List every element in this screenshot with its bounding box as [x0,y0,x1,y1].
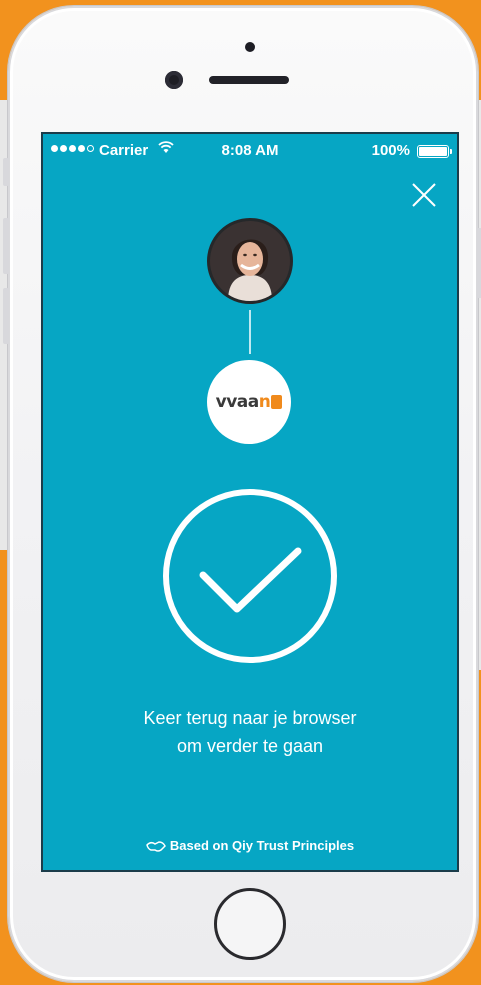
success-message: Keer terug naar je browser om verder te … [43,704,457,760]
connection-line [249,310,251,354]
trust-footer: Based on Qiy Trust Principles [43,838,457,853]
front-camera [165,71,183,89]
logo-wordmark: vvaa n [216,392,283,412]
phone-frame: Carrier 8:08 AM 100% vvaa n Keer terug n… [3,6,481,982]
vvaa-logo: vvaa n [207,360,291,444]
close-icon[interactable] [409,180,439,210]
footer-text: Based on Qiy Trust Principles [169,838,355,853]
user-avatar [207,218,293,304]
message-line-1: Keer terug naar je browser [143,708,357,728]
status-bar: Carrier 8:08 AM 100% [43,134,457,168]
home-button[interactable] [214,888,286,960]
battery-percentage: 100% [371,142,410,159]
volume-up-button [3,218,9,274]
person-photo-icon [210,221,290,301]
earpiece-speaker [209,76,289,84]
proximity-sensor [245,42,255,52]
message-line-2: om verder te gaan [176,736,324,756]
battery-icon [417,145,452,158]
volume-down-button [3,288,9,344]
phone-screen: Carrier 8:08 AM 100% vvaa n Keer terug n… [41,132,459,872]
check-circle-icon [163,489,337,663]
power-button [477,228,481,298]
handshake-icon [146,840,166,852]
mute-switch [3,158,9,186]
